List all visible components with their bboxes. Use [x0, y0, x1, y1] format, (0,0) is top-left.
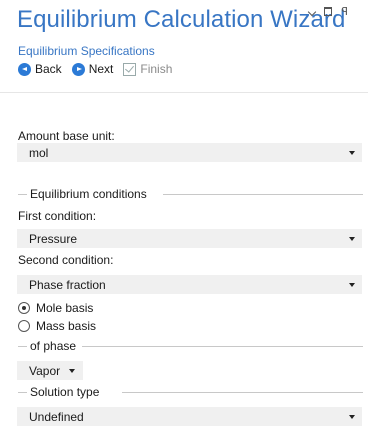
wizard-toolbar: Back Next Finish: [18, 62, 182, 76]
next-arrow-icon: [71, 62, 85, 76]
section-title: of phase: [30, 339, 81, 353]
section-title: Equilibrium conditions: [30, 187, 151, 201]
window-controls: ꟼ: [308, 6, 348, 19]
of-phase-section: of phase: [18, 339, 363, 353]
chevron-down-icon[interactable]: [308, 6, 317, 19]
second-condition-value: Phase fraction: [29, 277, 106, 292]
solution-type-value: Undefined: [29, 409, 84, 424]
wizard-step-subtitle: Equilibrium Specifications: [18, 44, 155, 58]
back-button[interactable]: Back: [18, 62, 62, 76]
maximize-icon[interactable]: [324, 6, 333, 19]
equilibrium-conditions-section: Equilibrium conditions: [18, 187, 363, 201]
finish-button[interactable]: Finish: [123, 62, 172, 76]
mass-basis-radio[interactable]: Mass basis: [18, 319, 96, 333]
dropdown-arrow-icon: [349, 415, 355, 419]
section-title: Solution type: [30, 385, 104, 399]
second-condition-select[interactable]: Phase fraction: [17, 275, 362, 294]
mole-basis-radio[interactable]: Mole basis: [18, 301, 93, 315]
first-condition-label: First condition:: [18, 209, 97, 223]
first-condition-value: Pressure: [29, 231, 78, 246]
back-button-label: Back: [35, 62, 62, 76]
back-arrow-icon: [18, 62, 31, 76]
radio-label: Mass basis: [36, 319, 97, 333]
radio-unselected-icon: [18, 320, 30, 332]
second-condition-label: Second condition:: [18, 253, 114, 267]
wizard-title: Equilibrium Calculation Wizard: [17, 6, 346, 33]
settings-panel: Amount base unit: mol Equilibrium condit…: [0, 92, 368, 426]
wizard-header: Equilibrium Calculation Wizard ꟼ Equilib…: [0, 0, 368, 92]
first-condition-select[interactable]: Pressure: [17, 229, 362, 248]
next-button-label: Next: [88, 62, 114, 76]
amount-base-unit-select[interactable]: mol: [17, 143, 362, 162]
phase-value: Vapor: [29, 363, 61, 378]
finish-button-label: Finish: [140, 62, 173, 76]
dropdown-arrow-icon: [349, 151, 355, 155]
dropdown-arrow-icon: [69, 369, 75, 373]
next-button[interactable]: Next: [71, 62, 114, 76]
radio-label: Mole basis: [36, 301, 94, 315]
dropdown-arrow-icon: [349, 237, 355, 241]
solution-type-section: Solution type: [18, 385, 363, 399]
phase-select[interactable]: Vapor: [17, 361, 83, 380]
pin-icon[interactable]: ꟼ: [341, 6, 348, 19]
dropdown-arrow-icon: [349, 283, 355, 287]
amount-base-unit-value: mol: [29, 145, 49, 160]
checkmark-icon: [123, 62, 137, 76]
radio-selected-icon: [18, 302, 30, 314]
solution-type-select[interactable]: Undefined: [17, 407, 362, 426]
amount-base-unit-label: Amount base unit:: [18, 129, 115, 143]
